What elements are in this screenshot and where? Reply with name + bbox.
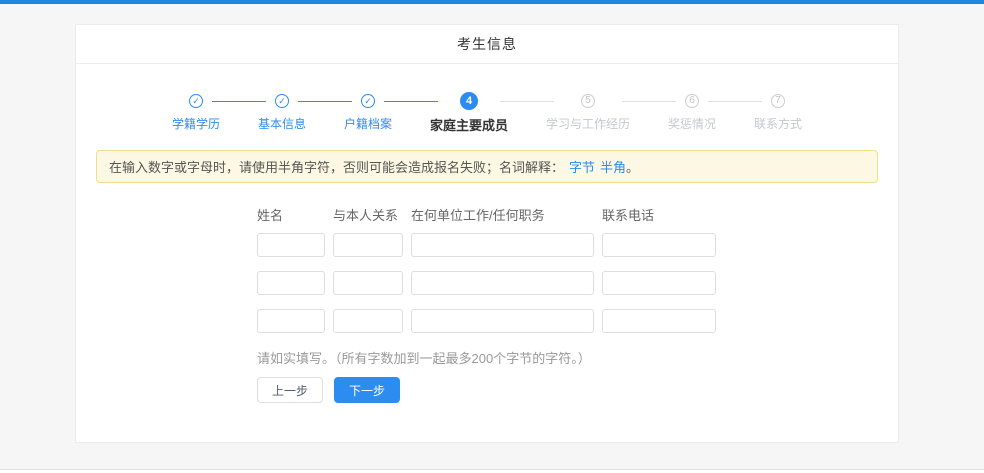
row1-workunit-input[interactable] [411,233,594,257]
row3-phone-input[interactable] [602,309,716,333]
step-item-3[interactable]: ✓ 户籍档案 [344,92,392,132]
step-number-badge: 4 [460,92,478,110]
column-header-name: 姓名 [257,205,325,224]
card-header: 考生信息 [76,25,898,64]
column-headers-row: 姓名 与本人关系 在何单位工作/任何职务 联系电话 [257,205,898,224]
page-title: 考生信息 [457,34,517,54]
row1-relation-input[interactable] [333,233,403,257]
halfwidth-term-link[interactable]: 半角 [600,157,626,176]
step-label-5: 学习与工作经历 [546,115,630,132]
step-label-4: 家庭主要成员 [430,115,508,134]
row3-workunit-input[interactable] [411,309,594,333]
column-header-relation: 与本人关系 [333,205,403,224]
row2-name-input[interactable] [257,271,325,295]
row3-name-input[interactable] [257,309,325,333]
halfwidth-warning-notice: 在输入数字或字母时，请使用半角字符，否则可能会造成报名失败；名词解释： 字节半角。 [96,150,878,183]
page-footer [0,469,984,473]
top-accent-bar [0,0,984,4]
row2-phone-input[interactable] [602,271,716,295]
step-label-1: 学籍学历 [172,115,220,132]
step-label-6: 奖惩情况 [668,115,716,132]
row2-relation-input[interactable] [333,271,403,295]
fill-truthfully-note: 请如实填写。（所有字数加到一起最多200个字节的字符。） [257,348,898,367]
candidate-info-card: 考生信息 ✓ 学籍学历 ✓ 基本信息 ✓ 户籍档案 4 家庭主要成员 5 学习与… [75,24,899,443]
step-label-7: 联系方式 [754,115,802,132]
prev-step-button[interactable]: 上一步 [257,377,323,403]
family-members-form: 姓名 与本人关系 在何单位工作/任何职务 联系电话 请如实填写。（所有字数加到一… [257,205,898,403]
step-item-7[interactable]: 7 联系方式 [754,92,802,132]
family-members-input-grid [257,233,898,333]
step-number-badge: 6 [685,94,699,108]
row2-workunit-input[interactable] [411,271,594,295]
step-item-5[interactable]: 5 学习与工作经历 [546,92,630,132]
step-label-3: 户籍档案 [344,115,392,132]
column-header-workunit: 在何单位工作/任何职务 [411,205,594,224]
step-item-4-current[interactable]: 4 家庭主要成员 [430,92,508,134]
notice-text: 在输入数字或字母时，请使用半角字符，否则可能会造成报名失败；名词解释： [109,157,564,176]
check-icon: ✓ [275,94,289,108]
wizard-buttons-row: 上一步 下一步 [257,377,898,403]
row3-relation-input[interactable] [333,309,403,333]
next-step-button[interactable]: 下一步 [334,377,400,403]
step-item-1[interactable]: ✓ 学籍学历 [172,92,220,132]
check-icon: ✓ [361,94,375,108]
step-item-6[interactable]: 6 奖惩情况 [668,92,716,132]
step-item-2[interactable]: ✓ 基本信息 [258,92,306,132]
steps-wizard: ✓ 学籍学历 ✓ 基本信息 ✓ 户籍档案 4 家庭主要成员 5 学习与工作经历 … [172,92,802,134]
column-header-phone: 联系电话 [602,205,716,224]
check-icon: ✓ [189,94,203,108]
step-number-badge: 5 [581,94,595,108]
row1-phone-input[interactable] [602,233,716,257]
notice-suffix: 。 [626,157,639,176]
step-number-badge: 7 [771,94,785,108]
step-label-2: 基本信息 [258,115,306,132]
byte-term-link[interactable]: 字节 [569,157,595,176]
row1-name-input[interactable] [257,233,325,257]
